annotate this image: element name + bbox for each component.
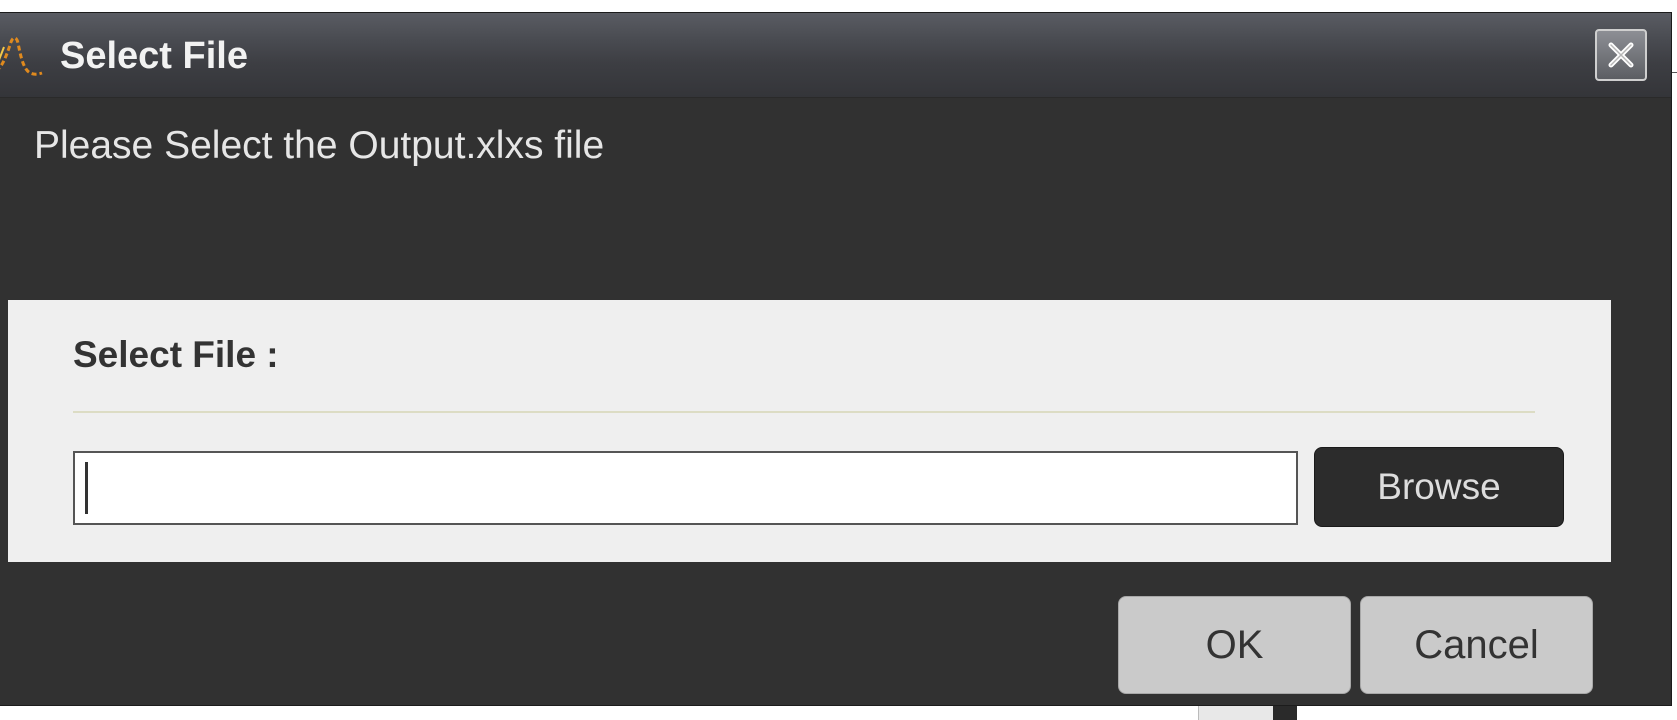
app-logo-icon [0, 27, 48, 83]
cancel-button[interactable]: Cancel [1360, 596, 1593, 694]
dialog-titlebar[interactable]: Select File [0, 13, 1671, 98]
select-file-dialog: Select File Please Select the Output.xlx… [0, 12, 1672, 706]
file-select-panel: Select File : Browse [8, 300, 1611, 562]
select-file-label: Select File : [73, 334, 279, 375]
background-app-fragment [1198, 706, 1274, 720]
text-caret [85, 462, 88, 514]
dialog-title: Select File [60, 35, 248, 77]
browse-button[interactable]: Browse [1314, 447, 1564, 527]
panel-divider [73, 411, 1535, 413]
dialog-message: Please Select the Output.xlxs file [34, 124, 605, 167]
file-path-input[interactable] [73, 451, 1298, 525]
background-app-fragment-dark [1273, 706, 1297, 720]
close-icon [1608, 42, 1634, 68]
screen: Select File Please Select the Output.xlx… [0, 0, 1677, 720]
ok-button[interactable]: OK [1118, 596, 1351, 694]
close-button[interactable] [1595, 29, 1647, 81]
